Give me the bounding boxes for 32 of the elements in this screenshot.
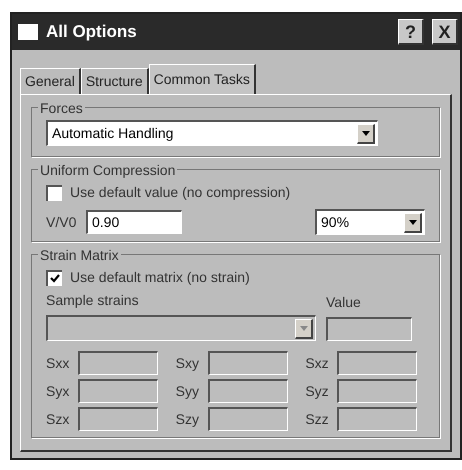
caret-icon [300, 326, 308, 330]
field-label: Syx [46, 382, 70, 401]
help-button[interactable]: ? [398, 19, 424, 45]
dropdown-arrow-button[interactable] [404, 212, 422, 232]
field-label: Sxz [305, 354, 330, 372]
field-label: Szy [176, 410, 200, 429]
checkbox-label: Use default matrix (no strain) [70, 268, 250, 287]
field-label: Szz [305, 410, 330, 428]
checkbox[interactable] [46, 270, 62, 286]
dropdown[interactable]: 90% [315, 209, 425, 235]
field-label: Sample strains [46, 291, 140, 310]
caret-icon [408, 220, 416, 224]
tab[interactable]: Common Tasks [148, 64, 256, 94]
window-icon [18, 24, 38, 40]
checkbox-label: Use default value (no compression) [70, 183, 290, 202]
field-label: Syy [176, 382, 200, 401]
tab[interactable]: General [20, 68, 81, 94]
input-field[interactable]: 0.90 [86, 210, 182, 234]
caret-icon [362, 130, 370, 136]
window-title: All Options [46, 21, 138, 44]
checkmark-icon [50, 274, 60, 283]
field-label: Sxy [176, 354, 200, 373]
field-label: Value [326, 293, 362, 312]
field-label: Syz [305, 382, 330, 401]
dropdown[interactable]: Automatic Handling [46, 120, 378, 146]
dropdown-arrow-button[interactable] [357, 124, 375, 144]
field-label: Szx [46, 410, 70, 428]
checkbox[interactable] [46, 184, 62, 200]
field-label: Sxx [46, 354, 70, 372]
tab[interactable]: Structure [80, 68, 149, 94]
close-button[interactable]: X [432, 19, 458, 45]
field-label: V/V0 [46, 212, 78, 232]
